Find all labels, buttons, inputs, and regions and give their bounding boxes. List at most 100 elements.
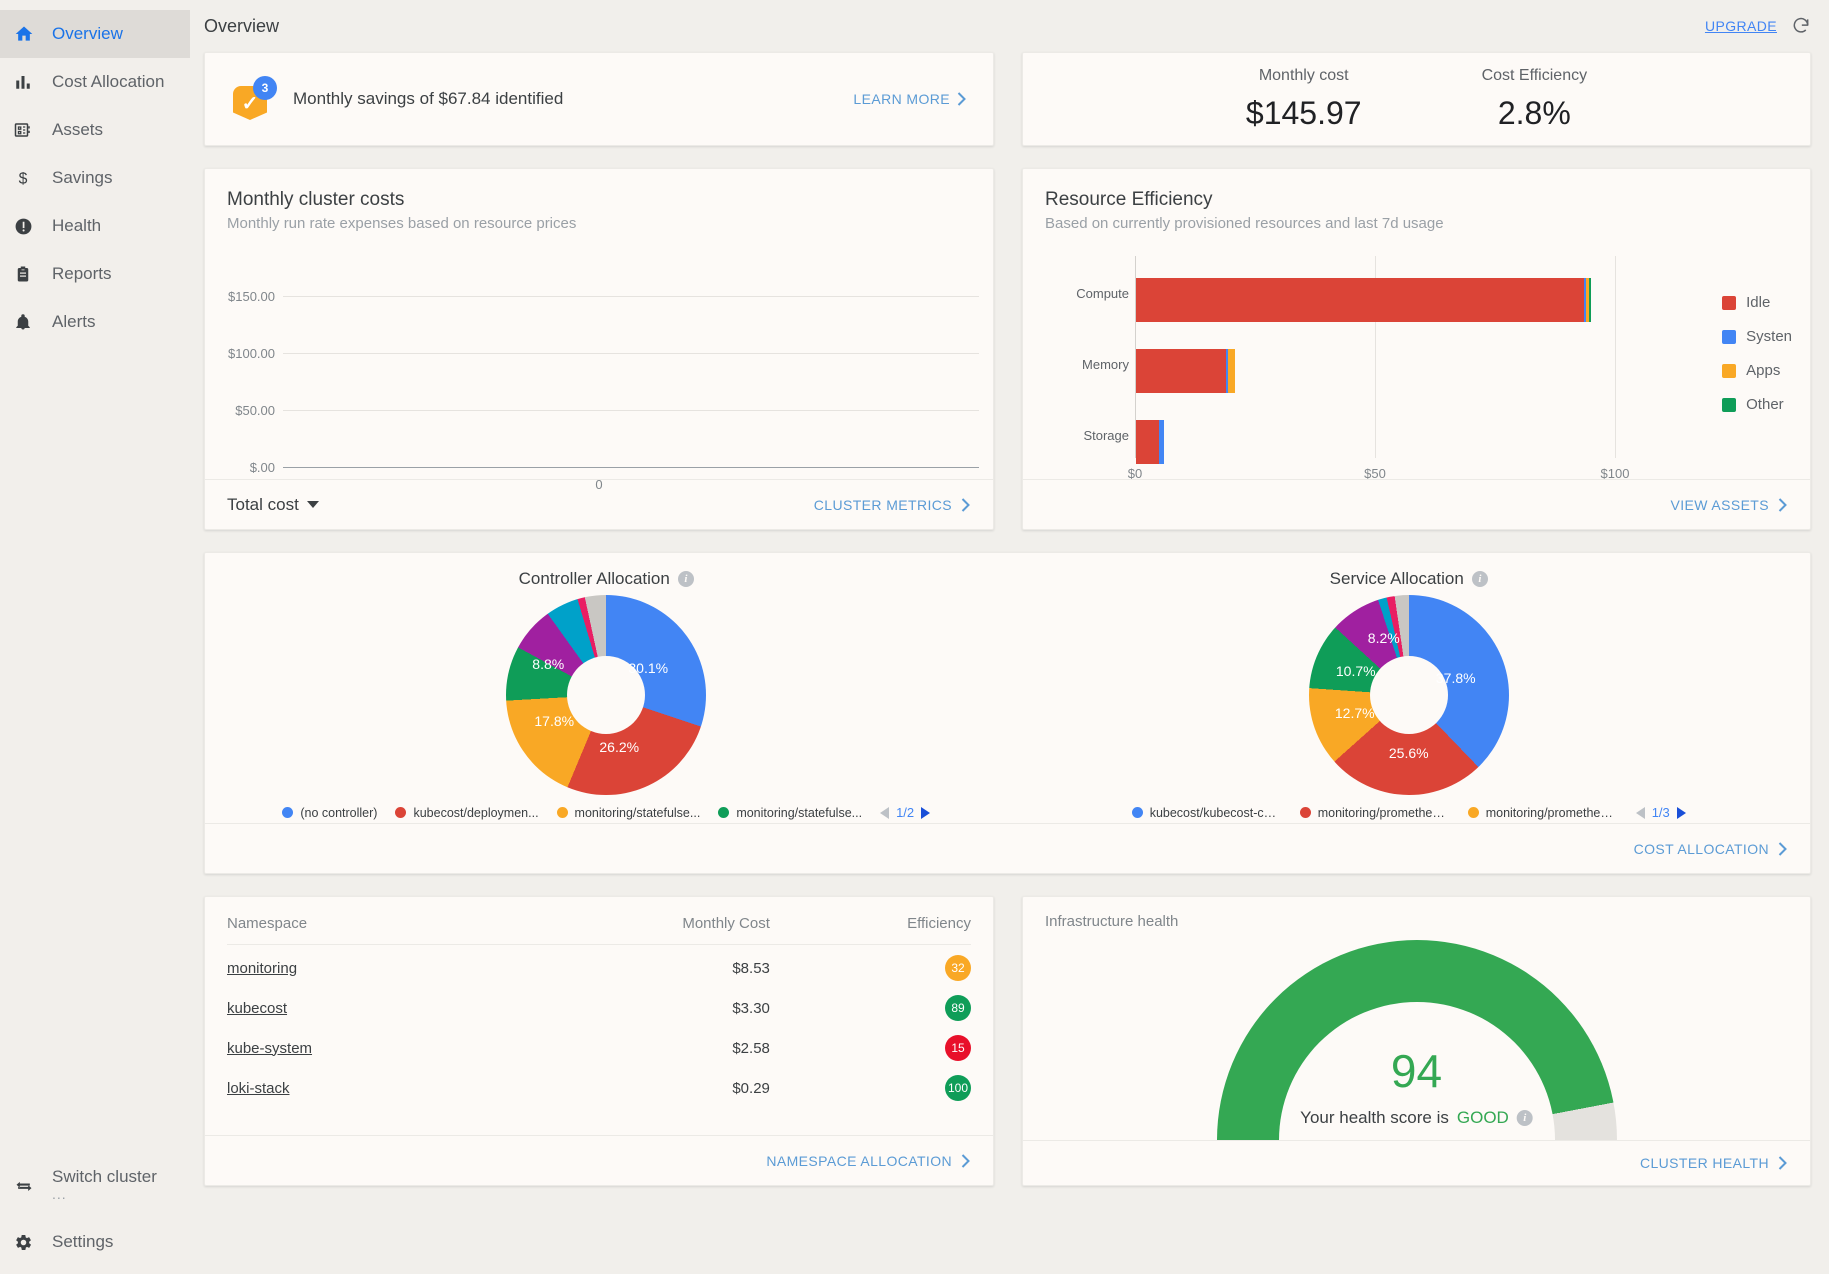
info-icon[interactable]: i [1517, 1110, 1533, 1126]
card-footer: COST ALLOCATION [205, 823, 1810, 873]
legend-item[interactable]: kubecost/deploymen... [395, 806, 538, 820]
sidebar-item-settings[interactable]: Settings [0, 1218, 190, 1266]
namespace-link[interactable]: loki-stack [227, 1080, 290, 1097]
efficiency-badge: 89 [945, 995, 971, 1021]
info-icon[interactable]: i [1472, 571, 1488, 587]
sidebar-item-assets[interactable]: Assets [0, 106, 190, 154]
infrastructure-health-card: Infrastructure health 94 Your health sco… [1022, 896, 1811, 1186]
namespace-link[interactable]: monitoring [227, 960, 297, 977]
sidebar-item-overview[interactable]: Overview [0, 10, 190, 58]
table-header-row: Namespace Monthly Cost Efficiency [227, 915, 971, 945]
line-chart-canvas: $150.00 $100.00 $50.00 $.00 0 [205, 232, 993, 479]
health-status: GOOD [1457, 1108, 1509, 1128]
bar-category-label: Memory [1059, 357, 1129, 372]
svg-text:$: $ [19, 170, 28, 187]
bar-category-label: Compute [1059, 286, 1129, 301]
namespace-table-card: Namespace Monthly Cost Efficiency monito… [204, 896, 994, 1186]
donut-hole [1370, 656, 1448, 734]
slice-label: 12.7% [1335, 705, 1375, 721]
savings-text: Monthly savings of $67.84 identified [293, 89, 563, 109]
switch-cluster-label: Switch cluster [52, 1166, 157, 1188]
controller-legend-pager: 1/2 [880, 805, 930, 820]
legend-item[interactable]: monitoring/prometheus-ope... [1468, 806, 1618, 820]
topbar: Overview UPGRADE [204, 0, 1811, 52]
namespace-link[interactable]: kubecost [227, 1000, 287, 1017]
prev-page-icon[interactable] [1636, 807, 1645, 819]
monthly-cluster-costs-card: Monthly cluster costs Monthly run rate e… [204, 168, 994, 530]
bar-segment-system [1159, 420, 1164, 464]
sidebar: Overview Cost Allocation Assets $ Saving… [0, 0, 190, 1274]
legend-label: monitoring/statefulse... [575, 806, 701, 820]
x-tick-label: 0 [595, 477, 602, 492]
sidebar-item-label: Alerts [52, 312, 95, 332]
info-icon[interactable]: i [678, 571, 694, 587]
line-chart: $150.00 $100.00 $50.00 $.00 0 [205, 232, 993, 479]
legend-item[interactable]: kubecost/kubecost-cost-an... [1132, 806, 1282, 820]
legend-label: monitoring/prometheus-ope... [1318, 806, 1450, 820]
cost-allocation-label: COST ALLOCATION [1634, 841, 1769, 857]
view-assets-link[interactable]: VIEW ASSETS [1670, 497, 1788, 513]
legend-label: kubecost/deploymen... [413, 806, 538, 820]
allocation-charts: Controller Allocation i 30.1% 26.2% 17.8… [205, 553, 1810, 823]
efficiency-badge: 15 [945, 1035, 971, 1061]
gridline [283, 353, 979, 354]
namespace-allocation-label: NAMESPACE ALLOCATION [766, 1153, 952, 1169]
legend-item[interactable]: monitoring/statefulse... [557, 806, 701, 820]
legend-item[interactable]: monitoring/statefulse... [718, 806, 862, 820]
controller-allocation: Controller Allocation i 30.1% 26.2% 17.8… [205, 553, 1008, 823]
bar-chart: Compute Memory St [1023, 232, 1810, 479]
chevron-down-icon [307, 501, 319, 508]
sidebar-item-cost-allocation[interactable]: Cost Allocation [0, 58, 190, 106]
controller-donut-chart: 30.1% 26.2% 17.8% 8.8% [506, 595, 706, 795]
legend-dot [1300, 807, 1311, 818]
legend-label: Idle [1746, 294, 1770, 311]
legend-item[interactable]: monitoring/prometheus-ope... [1300, 806, 1450, 820]
sidebar-item-health[interactable]: Health [0, 202, 190, 250]
kpi-value: 2.8% [1482, 95, 1588, 132]
chevron-right-icon [956, 92, 967, 106]
namespace-table: Namespace Monthly Cost Efficiency monito… [205, 897, 993, 1105]
y-tick-label: $.00 [205, 460, 275, 475]
legend-label: Apps [1746, 362, 1780, 379]
refresh-icon[interactable] [1791, 16, 1811, 36]
cluster-health-link[interactable]: CLUSTER HEALTH [1640, 1155, 1788, 1171]
slice-label: 37.8% [1436, 670, 1476, 686]
bar-segment-idle [1136, 420, 1159, 464]
sidebar-item-label: Health [52, 216, 101, 236]
upgrade-link[interactable]: UPGRADE [1705, 18, 1777, 34]
service-donut-chart: 37.8% 25.6% 12.7% 10.7% 8.2% [1309, 595, 1509, 795]
sidebar-item-label: Settings [52, 1232, 113, 1252]
sidebar-item-reports[interactable]: Reports [0, 250, 190, 298]
y-tick-label: $50.00 [205, 403, 275, 418]
namespace-link[interactable]: kube-system [227, 1040, 312, 1057]
learn-more-link[interactable]: LEARN MORE [853, 91, 967, 107]
cluster-metrics-link[interactable]: CLUSTER METRICS [814, 497, 971, 513]
sidebar-item-label: Overview [52, 24, 123, 44]
legend-item[interactable]: (no controller) [282, 806, 377, 820]
slice-label: 26.2% [599, 739, 639, 755]
health-caption-prefix: Your health score is [1300, 1108, 1449, 1128]
card-subtitle: Based on currently provisioned resources… [1045, 215, 1788, 232]
summary-row: ✓ 3 Monthly savings of $67.84 identified… [204, 52, 1811, 146]
total-cost-select[interactable]: Total cost [227, 495, 319, 515]
card-title: Monthly cluster costs [227, 189, 971, 211]
bar-category-label: Storage [1059, 428, 1129, 443]
prev-page-icon[interactable] [880, 807, 889, 819]
next-page-icon[interactable] [1677, 807, 1686, 819]
namespace-cost: $2.58 [494, 1025, 769, 1065]
legend-dot [282, 807, 293, 818]
switch-cluster-button[interactable]: Switch cluster ... [0, 1166, 190, 1218]
x-axis-line [283, 467, 979, 468]
next-page-icon[interactable] [921, 807, 930, 819]
sidebar-item-alerts[interactable]: Alerts [0, 298, 190, 346]
bar-chart-canvas: Compute Memory St [1023, 232, 1810, 479]
assets-icon [14, 121, 44, 139]
namespace-allocation-link[interactable]: NAMESPACE ALLOCATION [766, 1153, 971, 1169]
slice-label: 30.1% [628, 660, 668, 676]
chevron-right-icon [1777, 842, 1788, 856]
cluster-health-label: CLUSTER HEALTH [1640, 1155, 1769, 1171]
chevron-right-icon [1777, 1156, 1788, 1170]
sidebar-item-savings[interactable]: $ Savings [0, 154, 190, 202]
health-gauge: 94 Your health score is GOOD i [1023, 930, 1810, 1140]
cost-allocation-link[interactable]: COST ALLOCATION [1634, 841, 1788, 857]
